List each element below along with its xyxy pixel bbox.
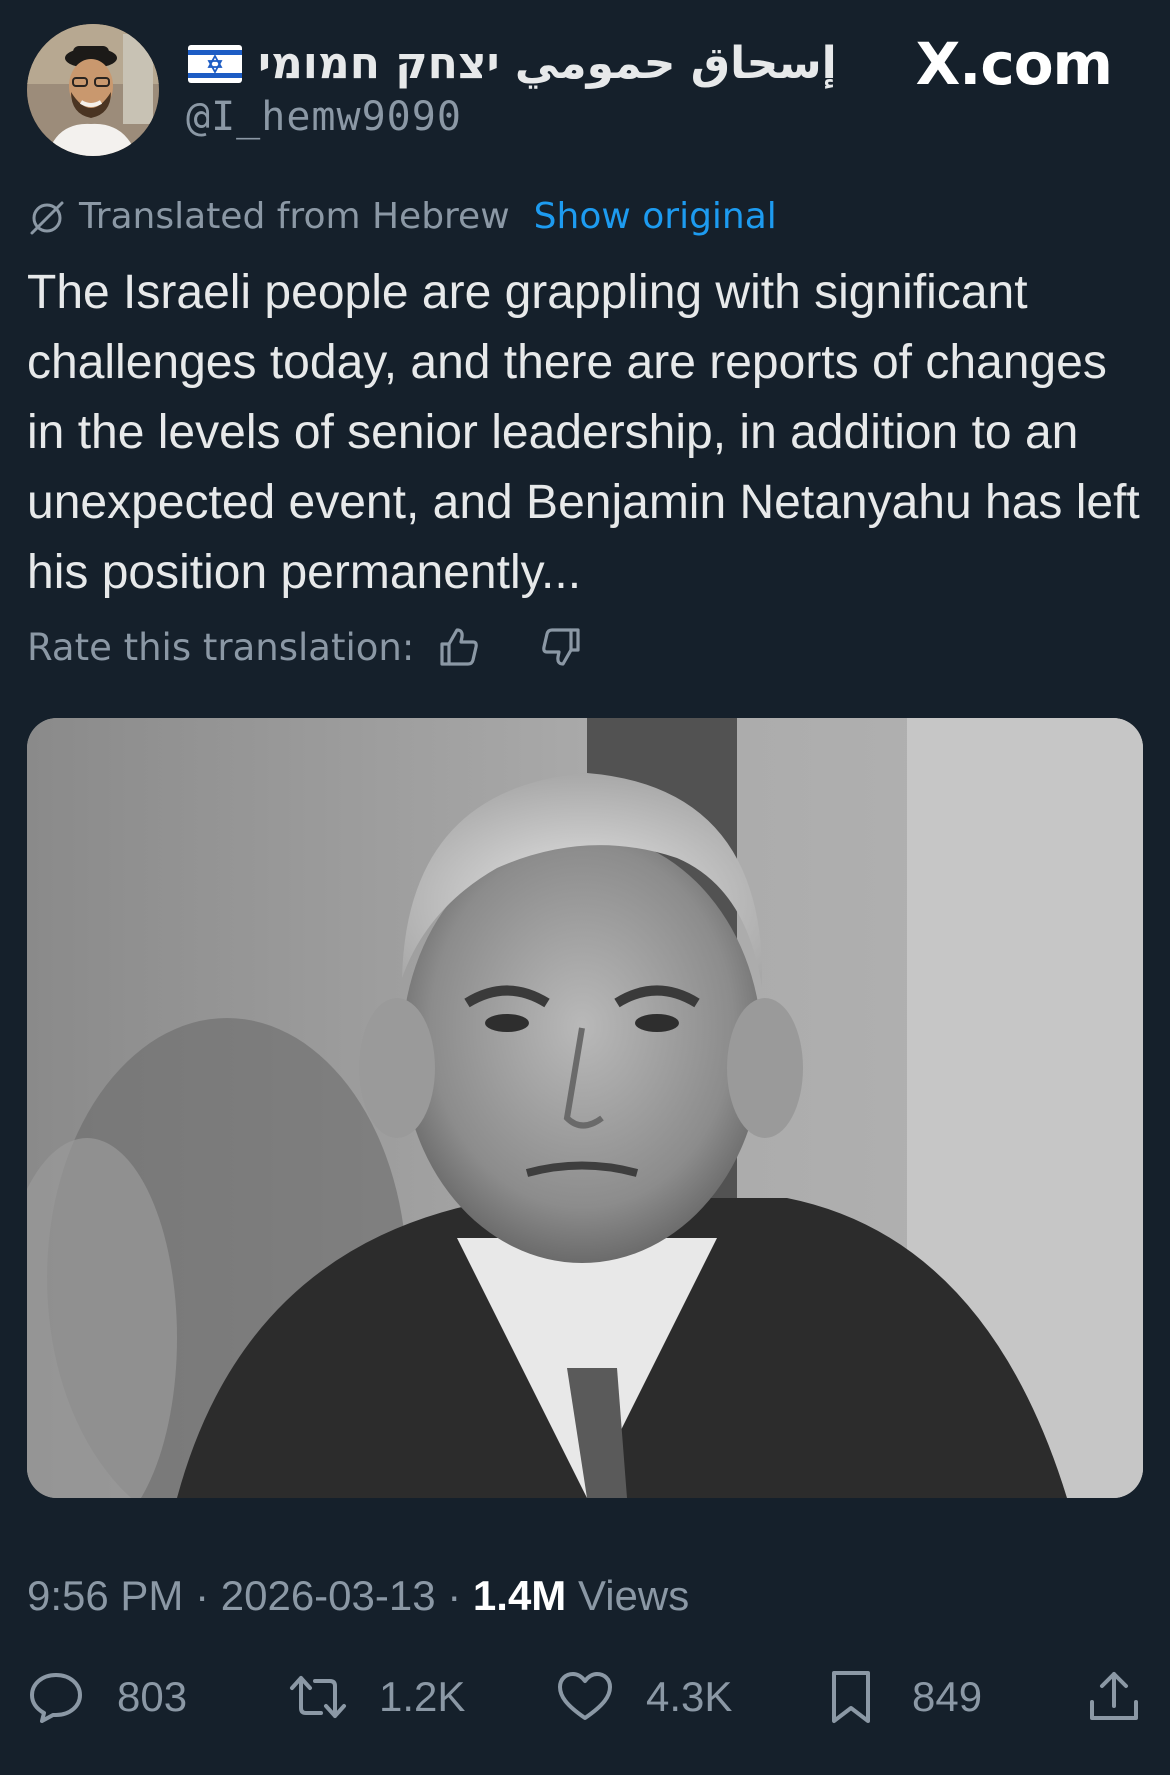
tweet-meta: 9:56 PM · 2026-03-13 · 1.4M Views (27, 1572, 689, 1620)
share-icon (1090, 1672, 1138, 1720)
retweet-button[interactable]: 1.2K (289, 1668, 465, 1726)
views-label: Views (577, 1572, 690, 1619)
share-button[interactable] (1085, 1668, 1143, 1726)
israel-flag-icon (188, 44, 242, 83)
tweet-text: The Israeli people are grappling with si… (27, 266, 1140, 599)
bookmark-count: 849 (912, 1673, 983, 1720)
tweet-page: إسحاق حمومي יצחק חמומי @I_hemw9090 X.com… (0, 0, 1170, 1775)
tweet-time[interactable]: 9:56 PM (27, 1572, 183, 1619)
translated-label: Translated from Hebrew (79, 196, 510, 237)
action-bar: 803 1.2K 4.3K 849 (27, 1668, 1143, 1730)
like-count: 4.3K (646, 1673, 733, 1720)
tweet-date[interactable]: 2026-03-13 (221, 1572, 436, 1619)
name-row: إسحاق حمومي יצחק חמומי (188, 38, 837, 89)
user-handle[interactable]: @I_hemw9090 (186, 94, 462, 140)
show-original-link[interactable]: Show original (534, 196, 777, 237)
tweet-image[interactable] (27, 718, 1143, 1498)
reply-button[interactable]: 803 (27, 1668, 187, 1726)
heart-icon (558, 1672, 612, 1720)
black-and-white-portrait-photo (27, 718, 1143, 1498)
retweet-icon (290, 1676, 346, 1718)
rate-translation-row: Rate this translation: (27, 624, 584, 670)
meta-separator: · (183, 1572, 221, 1619)
thumbs-up-icon[interactable] (436, 624, 482, 670)
avatar[interactable] (27, 24, 159, 156)
bookmark-button[interactable]: 849 (822, 1668, 982, 1726)
site-logo: X.com (915, 30, 1113, 98)
views-count: 1.4M (472, 1572, 567, 1619)
retweet-count: 1.2K (379, 1673, 466, 1720)
avatar-image (27, 24, 159, 156)
display-name[interactable]: إسحاق حمومي יצחק חמומי (258, 38, 837, 89)
bookmark-icon (832, 1671, 870, 1723)
reply-icon (30, 1673, 82, 1723)
meta-separator: · (435, 1572, 473, 1619)
thumbs-down-icon[interactable] (538, 624, 584, 670)
translation-notice: Translated from Hebrew Show original (27, 196, 777, 237)
reply-count: 803 (117, 1673, 188, 1720)
like-button[interactable]: 4.3K (556, 1668, 732, 1726)
rate-translation-label: Rate this translation: (27, 625, 415, 669)
translate-icon (30, 201, 64, 234)
